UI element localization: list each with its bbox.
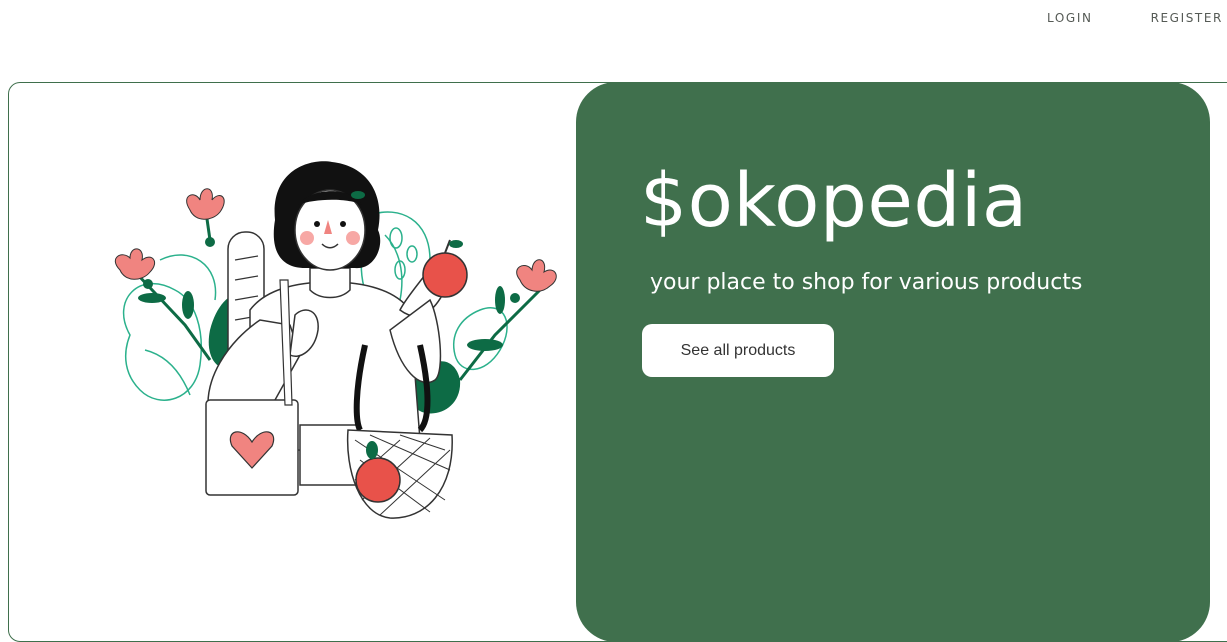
brand-title: $okopedia [640, 158, 1028, 244]
see-all-products-button[interactable]: See all products [642, 324, 834, 377]
top-nav: LOGIN REGISTER [989, 0, 1227, 36]
woman-shopping-illustration [114, 161, 557, 519]
hero-tagline: your place to shop for various products [650, 270, 1083, 295]
hero-panel: $okopedia your place to shop for various… [576, 82, 1210, 642]
login-link[interactable]: LOGIN [1047, 11, 1093, 25]
register-link[interactable]: REGISTER [1151, 11, 1223, 25]
